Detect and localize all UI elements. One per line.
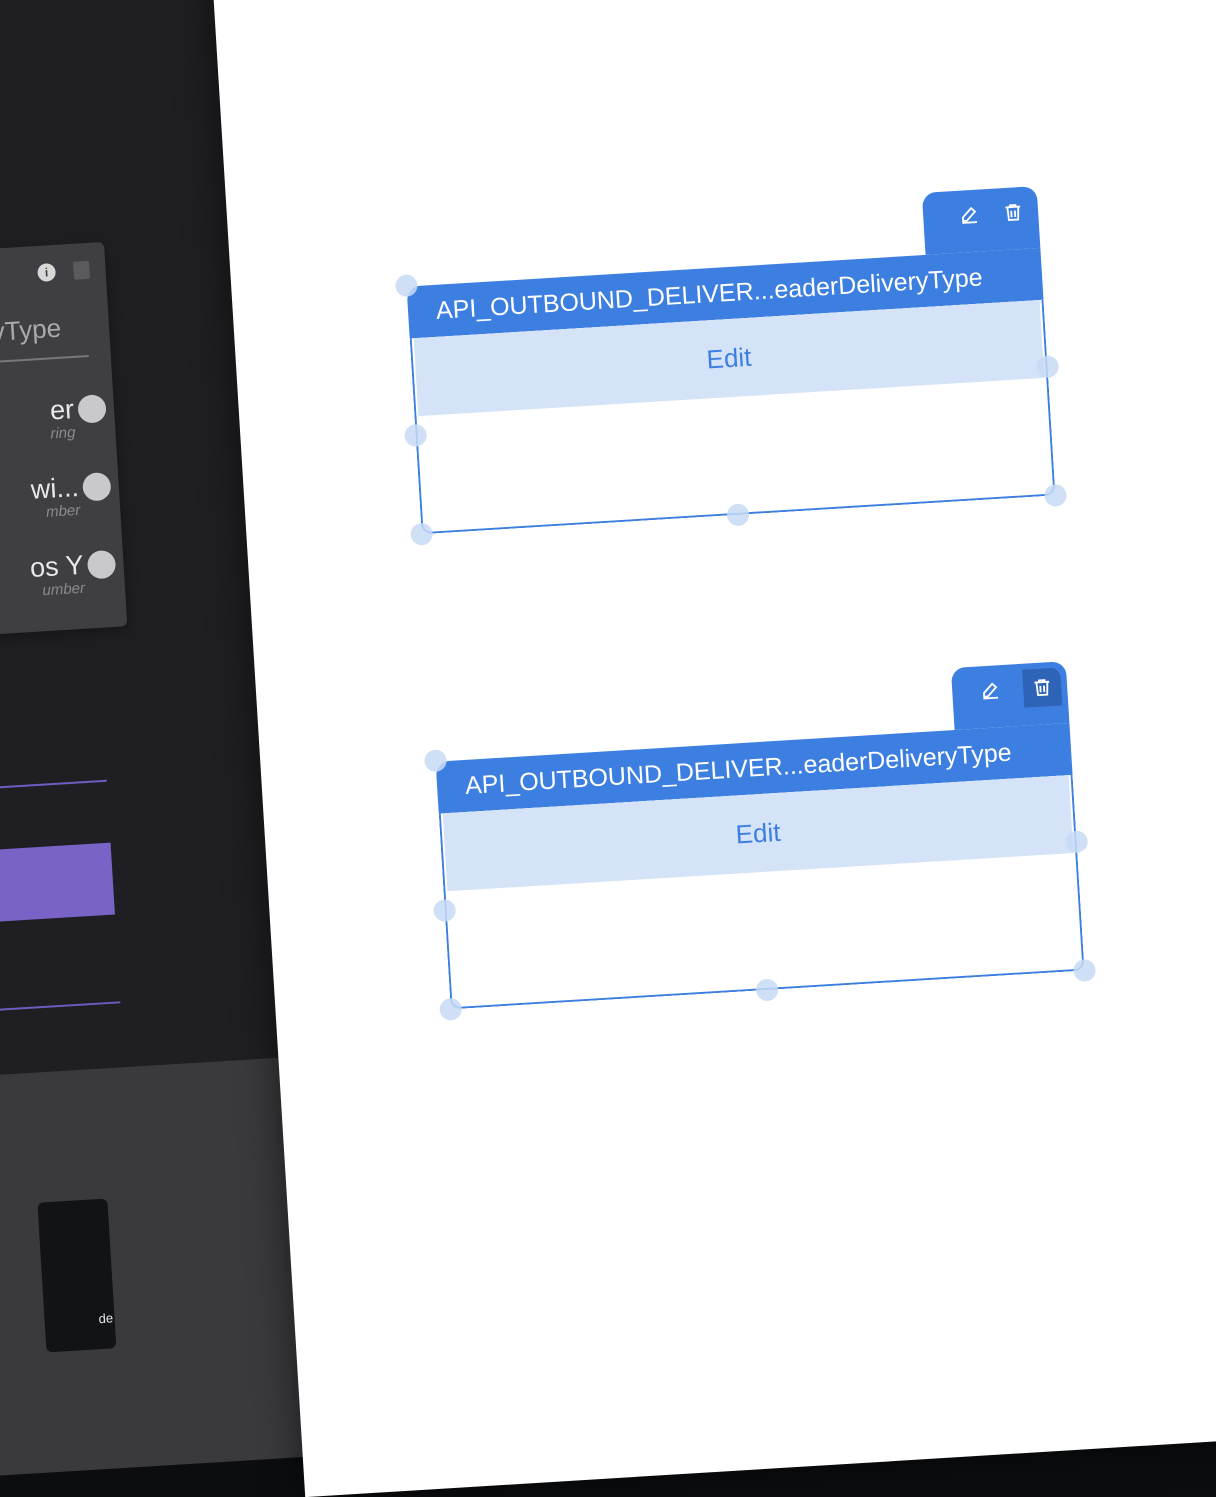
resize-handle[interactable] bbox=[755, 978, 779, 1002]
connection-port[interactable] bbox=[77, 394, 107, 424]
node-body: Edit bbox=[438, 774, 1085, 1010]
field-type: ring bbox=[49, 424, 76, 443]
entity-node[interactable]: API_OUTBOUND_DELIVER...eaderDeliveryType… bbox=[394, 185, 1068, 546]
left-node-toolbar: i bbox=[37, 260, 91, 282]
node-toolbar bbox=[979, 667, 1063, 710]
resize-handle[interactable] bbox=[1072, 958, 1097, 983]
purple-divider bbox=[0, 779, 107, 793]
node-tab bbox=[950, 661, 1070, 731]
divider bbox=[0, 355, 89, 369]
purple-divider bbox=[0, 1001, 121, 1014]
info-icon[interactable]: i bbox=[37, 262, 57, 282]
edit-icon[interactable] bbox=[979, 679, 1002, 702]
field-name: er bbox=[49, 394, 75, 426]
field-name: wi... bbox=[29, 471, 80, 505]
resize-handle[interactable] bbox=[1065, 830, 1089, 854]
field-row[interactable]: wi... mber bbox=[29, 471, 112, 523]
resize-handle[interactable] bbox=[410, 522, 434, 546]
left-entity-node[interactable]: i yType er ring wi... mber os Y umber bbox=[0, 241, 128, 639]
mini-node[interactable]: de bbox=[37, 1198, 117, 1353]
node-tab bbox=[921, 185, 1041, 255]
resize-handle[interactable] bbox=[1035, 355, 1060, 379]
trash-icon[interactable] bbox=[73, 260, 91, 280]
field-type: mber bbox=[45, 501, 81, 521]
field-type: umber bbox=[41, 579, 86, 600]
entity-node[interactable]: API_OUTBOUND_DELIVER...eaderDeliveryType… bbox=[423, 661, 1097, 1021]
mini-node-label: de bbox=[98, 1310, 114, 1327]
diagram-canvas[interactable]: API_OUTBOUND_DELIVER...eaderDeliveryType… bbox=[210, 0, 1216, 1497]
left-node-title: yType bbox=[0, 312, 62, 347]
node-body: Edit bbox=[409, 299, 1056, 535]
edit-icon[interactable] bbox=[958, 204, 981, 227]
trash-icon[interactable] bbox=[1001, 201, 1024, 224]
connection-port[interactable] bbox=[81, 471, 112, 502]
field-name: os Y bbox=[29, 549, 85, 583]
resize-handle[interactable] bbox=[1043, 483, 1068, 508]
purple-action-block[interactable] bbox=[0, 842, 115, 926]
field-row[interactable]: os Y umber bbox=[29, 549, 117, 601]
resize-handle[interactable] bbox=[726, 503, 750, 527]
node-toolbar bbox=[958, 201, 1025, 227]
field-row[interactable]: er ring bbox=[48, 394, 107, 443]
resize-handle[interactable] bbox=[439, 997, 463, 1021]
trash-icon[interactable] bbox=[1022, 667, 1063, 708]
connection-port[interactable] bbox=[86, 549, 117, 580]
